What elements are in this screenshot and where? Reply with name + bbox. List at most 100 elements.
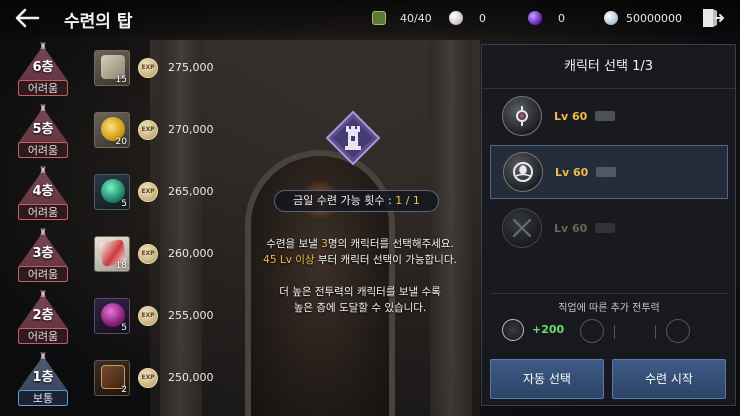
reward-quantity: 5 [121,323,127,333]
daily-count-value: 1 / 1 [395,194,420,207]
empty-bonus-slot [580,319,604,343]
floor-badge: ♜ 6층 어려움 [14,42,72,102]
reward-quantity: 20 [115,137,127,147]
exp-icon: EXP [138,182,158,202]
floor-row-5[interactable]: ♜ 5층 어려움 20 EXP 270,000 [8,104,230,166]
exit-door-icon [703,9,724,27]
floor-badge: ♜ 3층 어려움 [14,228,72,288]
tower-mini-icon: ♜ [38,352,48,362]
start-training-button[interactable]: 수련 시작 [612,359,726,399]
difficulty-badge: 어려움 [18,204,68,220]
rose-icon [513,162,533,182]
back-button[interactable] [12,6,42,30]
character-class-icon [502,96,542,136]
slot-divider [614,325,615,339]
reward-item[interactable]: 15 [94,50,130,86]
exp-icon: EXP [138,306,158,326]
floor-row-6[interactable]: ♜ 6층 어려움 15 EXP 275,000 [8,42,230,104]
pearl-value: 0 [479,11,486,25]
top-bar: 수련의 탑 40/40 0 0 50000000 [0,0,740,36]
instruction-line-1: 수련을 보낼 3명의 캐릭터를 선택해주세요. [266,238,454,250]
character-row-selected[interactable]: Lv 60 [490,145,728,199]
floor-row-3[interactable]: ♜ 3층 어려움 18 EXP 260,000 [8,228,230,290]
exit-button[interactable] [701,7,725,29]
daily-count-pill: 금일 수련 가능 횟수 : 1 / 1 [274,190,439,212]
tower-mini-icon: ♜ [38,104,48,114]
difficulty-badge: 어려움 [18,266,68,282]
stamina-resource: 40/40 [372,9,432,27]
floor-name: 3층 [32,246,54,261]
divider [490,293,728,294]
class-bonus-value: +200 [532,323,565,336]
floor-name: 5층 [32,122,54,137]
reward-quantity: 15 [115,75,127,85]
floor-name: 2층 [32,308,54,323]
arrow-left-icon [15,8,40,28]
difficulty-badge: 보통 [18,390,68,406]
exp-value: 255,000 [168,309,214,322]
difficulty-badge: 어려움 [18,328,68,344]
reward-quantity: 5 [121,199,127,209]
reward-quantity: 2 [121,385,127,395]
reward-item[interactable]: 18 [94,236,130,272]
tower-mini-icon: ♜ [38,228,48,238]
class-bonus-label: 직업에 따른 추가 전투력 [558,303,660,314]
tower-emblem-icon [325,110,381,166]
floor-name: 1층 [32,370,54,385]
character-row-disabled: Lv 60 [490,201,728,255]
character-row[interactable]: Lv 60 [490,89,728,143]
character-select-panel: 캐릭터 선택 1/3 Lv 60 Lv 60 Lv 60 직업에 따른 추가 전… [481,44,736,406]
tower-mini-icon: ♜ [38,166,48,176]
instruction-line-2: 45 Lv 이상 부터 캐릭터 선택이 가능합니다. [263,254,457,266]
rose-bonus-icon [502,319,524,341]
crossed-swords-icon [512,218,532,238]
exp-icon: EXP [138,368,158,388]
character-name-redacted [595,111,616,121]
reward-item[interactable]: 20 [94,112,130,148]
character-class-icon [503,152,543,192]
slot-divider [655,325,656,339]
empty-bonus-slot [666,319,690,343]
auto-select-button[interactable]: 자동 선택 [490,359,604,399]
tower-mini-icon: ♜ [38,290,48,300]
character-class-icon [502,208,542,248]
reward-item[interactable]: 5 [94,298,130,334]
floor-badge: ♜ 5층 어려움 [14,104,72,164]
floor-name: 6층 [32,60,54,75]
instruction-line-3: 더 높은 전투력의 캐릭터를 보낼 수록 [279,286,441,298]
difficulty-badge: 어려움 [18,142,68,158]
character-name-redacted [596,167,617,177]
floor-row-1[interactable]: ♜ 1층 보통 2 EXP 250,000 [8,352,230,414]
floor-row-4[interactable]: ♜ 4층 어려움 5 EXP 265,000 [8,166,230,228]
exp-value: 275,000 [168,61,214,74]
gem-resource: 0 [528,9,565,27]
amulet-icon [516,106,528,126]
difficulty-badge: 어려움 [18,80,68,96]
silver-resource: 50000000 [604,9,682,27]
reward-quantity: 18 [115,261,127,271]
exp-value: 265,000 [168,185,214,198]
floor-badge: ♜ 2층 어려움 [14,290,72,350]
tower-mini-icon: ♜ [38,42,48,52]
silver-value: 50000000 [626,11,682,25]
exp-icon: EXP [138,244,158,264]
page-title: 수련의 탑 [64,12,133,32]
reward-item[interactable]: 5 [94,174,130,210]
stamina-value: 40/40 [400,11,432,25]
exp-value: 270,000 [168,123,214,136]
stamina-icon [372,11,386,25]
silver-coin-icon [604,11,618,25]
panel-title: 캐릭터 선택 1/3 [482,45,735,89]
floor-name: 4층 [32,184,54,199]
class-bonus-box: 직업에 따른 추가 전투력 +200 [490,299,728,349]
pearl-icon [449,11,463,25]
character-name-redacted [595,223,616,233]
character-level: Lv 60 [554,221,588,235]
floor-row-2[interactable]: ♜ 2층 어려움 5 EXP 255,000 [8,290,230,352]
exp-icon: EXP [138,120,158,140]
character-level: Lv 60 [554,109,588,123]
daily-count-label: 금일 수련 가능 횟수 : [293,194,392,207]
instruction-line-4: 높은 층에 도달할 수 있습니다. [293,302,427,314]
gem-value: 0 [558,11,565,25]
reward-item[interactable]: 2 [94,360,130,396]
